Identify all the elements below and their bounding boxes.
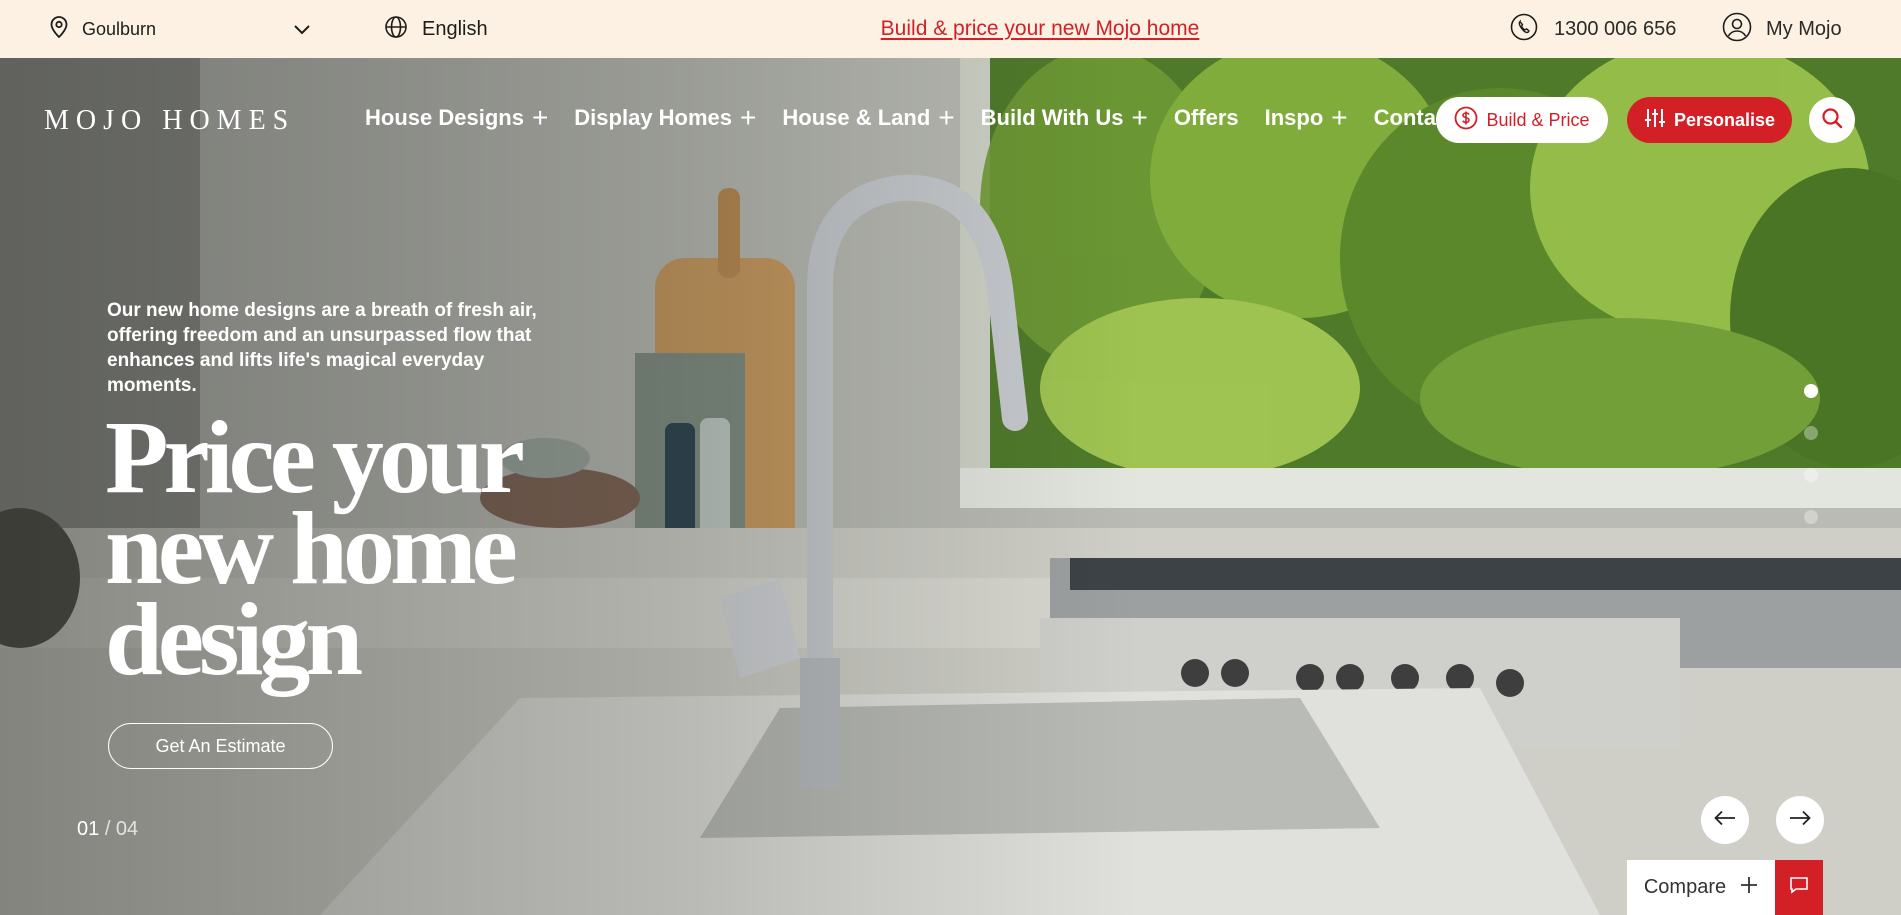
- slide-dot[interactable]: [1804, 426, 1818, 440]
- nav-label: House Designs: [365, 105, 524, 130]
- arrow-right-icon: [1789, 810, 1811, 831]
- next-slide-button[interactable]: [1776, 796, 1824, 844]
- nav-item-display-homes[interactable]: Display Homes +: [574, 102, 757, 133]
- plus-icon: +: [740, 102, 757, 133]
- personalise-label: Personalise: [1673, 109, 1776, 130]
- phone-icon: [1510, 13, 1538, 46]
- prev-slide-button[interactable]: [1701, 796, 1749, 844]
- build-price-button[interactable]: Build & Price: [1436, 97, 1608, 143]
- account-label: My Mojo: [1766, 17, 1842, 40]
- headline-line: design: [105, 582, 363, 697]
- hero-headline: Price your new home design: [105, 400, 725, 697]
- plus-icon: +: [1131, 102, 1148, 133]
- utility-bar: Goulburn English Build & price your new …: [0, 0, 1901, 58]
- nav-item-build-with-us[interactable]: Build With Us +: [980, 102, 1148, 133]
- mojo-homes-logo[interactable]: MOJO HOMES: [44, 105, 295, 137]
- sliders-icon: [1644, 107, 1666, 134]
- slide-current: 01: [77, 818, 100, 840]
- nav-label: Display Homes: [574, 105, 733, 130]
- user-circle-icon: [1722, 12, 1752, 47]
- plus-icon: +: [1331, 102, 1348, 133]
- plus-icon: +: [531, 102, 549, 133]
- chat-button[interactable]: [1775, 860, 1823, 915]
- headline-line: Price your: [105, 400, 525, 515]
- nav-item-offers[interactable]: Offers: [1174, 105, 1239, 131]
- slide-dot[interactable]: [1804, 384, 1818, 398]
- slide-dot[interactable]: [1804, 468, 1818, 482]
- plus-icon: [1740, 876, 1758, 900]
- slide-dot[interactable]: [1804, 510, 1818, 524]
- arrow-left-icon: [1714, 810, 1736, 831]
- phone-number: 1300 006 656: [1554, 17, 1677, 40]
- slide-counter: 01 / 04: [77, 818, 138, 841]
- nav-item-house-land[interactable]: House & Land +: [782, 102, 955, 133]
- nav-item-house-designs[interactable]: House Designs +: [365, 102, 549, 133]
- nav-label: Inspo: [1264, 105, 1324, 130]
- hero-intro-text: Our new home designs are a breath of fre…: [107, 300, 537, 396]
- main-nav: House Designs + Display Homes + House & …: [365, 102, 1456, 133]
- personalise-button[interactable]: Personalise: [1627, 97, 1792, 143]
- account-link[interactable]: My Mojo: [1722, 0, 1842, 58]
- plus-icon: +: [938, 102, 955, 133]
- search-button[interactable]: [1809, 97, 1855, 143]
- compare-button[interactable]: Compare: [1627, 860, 1775, 915]
- slide-total: / 04: [104, 818, 139, 840]
- phone-link[interactable]: 1300 006 656: [1510, 0, 1676, 58]
- headline-line: new home: [105, 491, 518, 606]
- nav-item-inspo[interactable]: Inspo +: [1264, 102, 1348, 133]
- chat-icon: [1789, 876, 1809, 899]
- get-estimate-button[interactable]: Get An Estimate: [108, 723, 333, 769]
- nav-label: Offers: [1173, 105, 1239, 130]
- compare-label: Compare: [1643, 876, 1727, 898]
- nav-label: House & Land: [782, 105, 931, 130]
- nav-label: Build With Us: [980, 105, 1124, 130]
- search-icon: [1820, 106, 1844, 135]
- dollar-circle-icon: [1454, 106, 1478, 135]
- build-price-label: Build & Price: [1486, 109, 1590, 130]
